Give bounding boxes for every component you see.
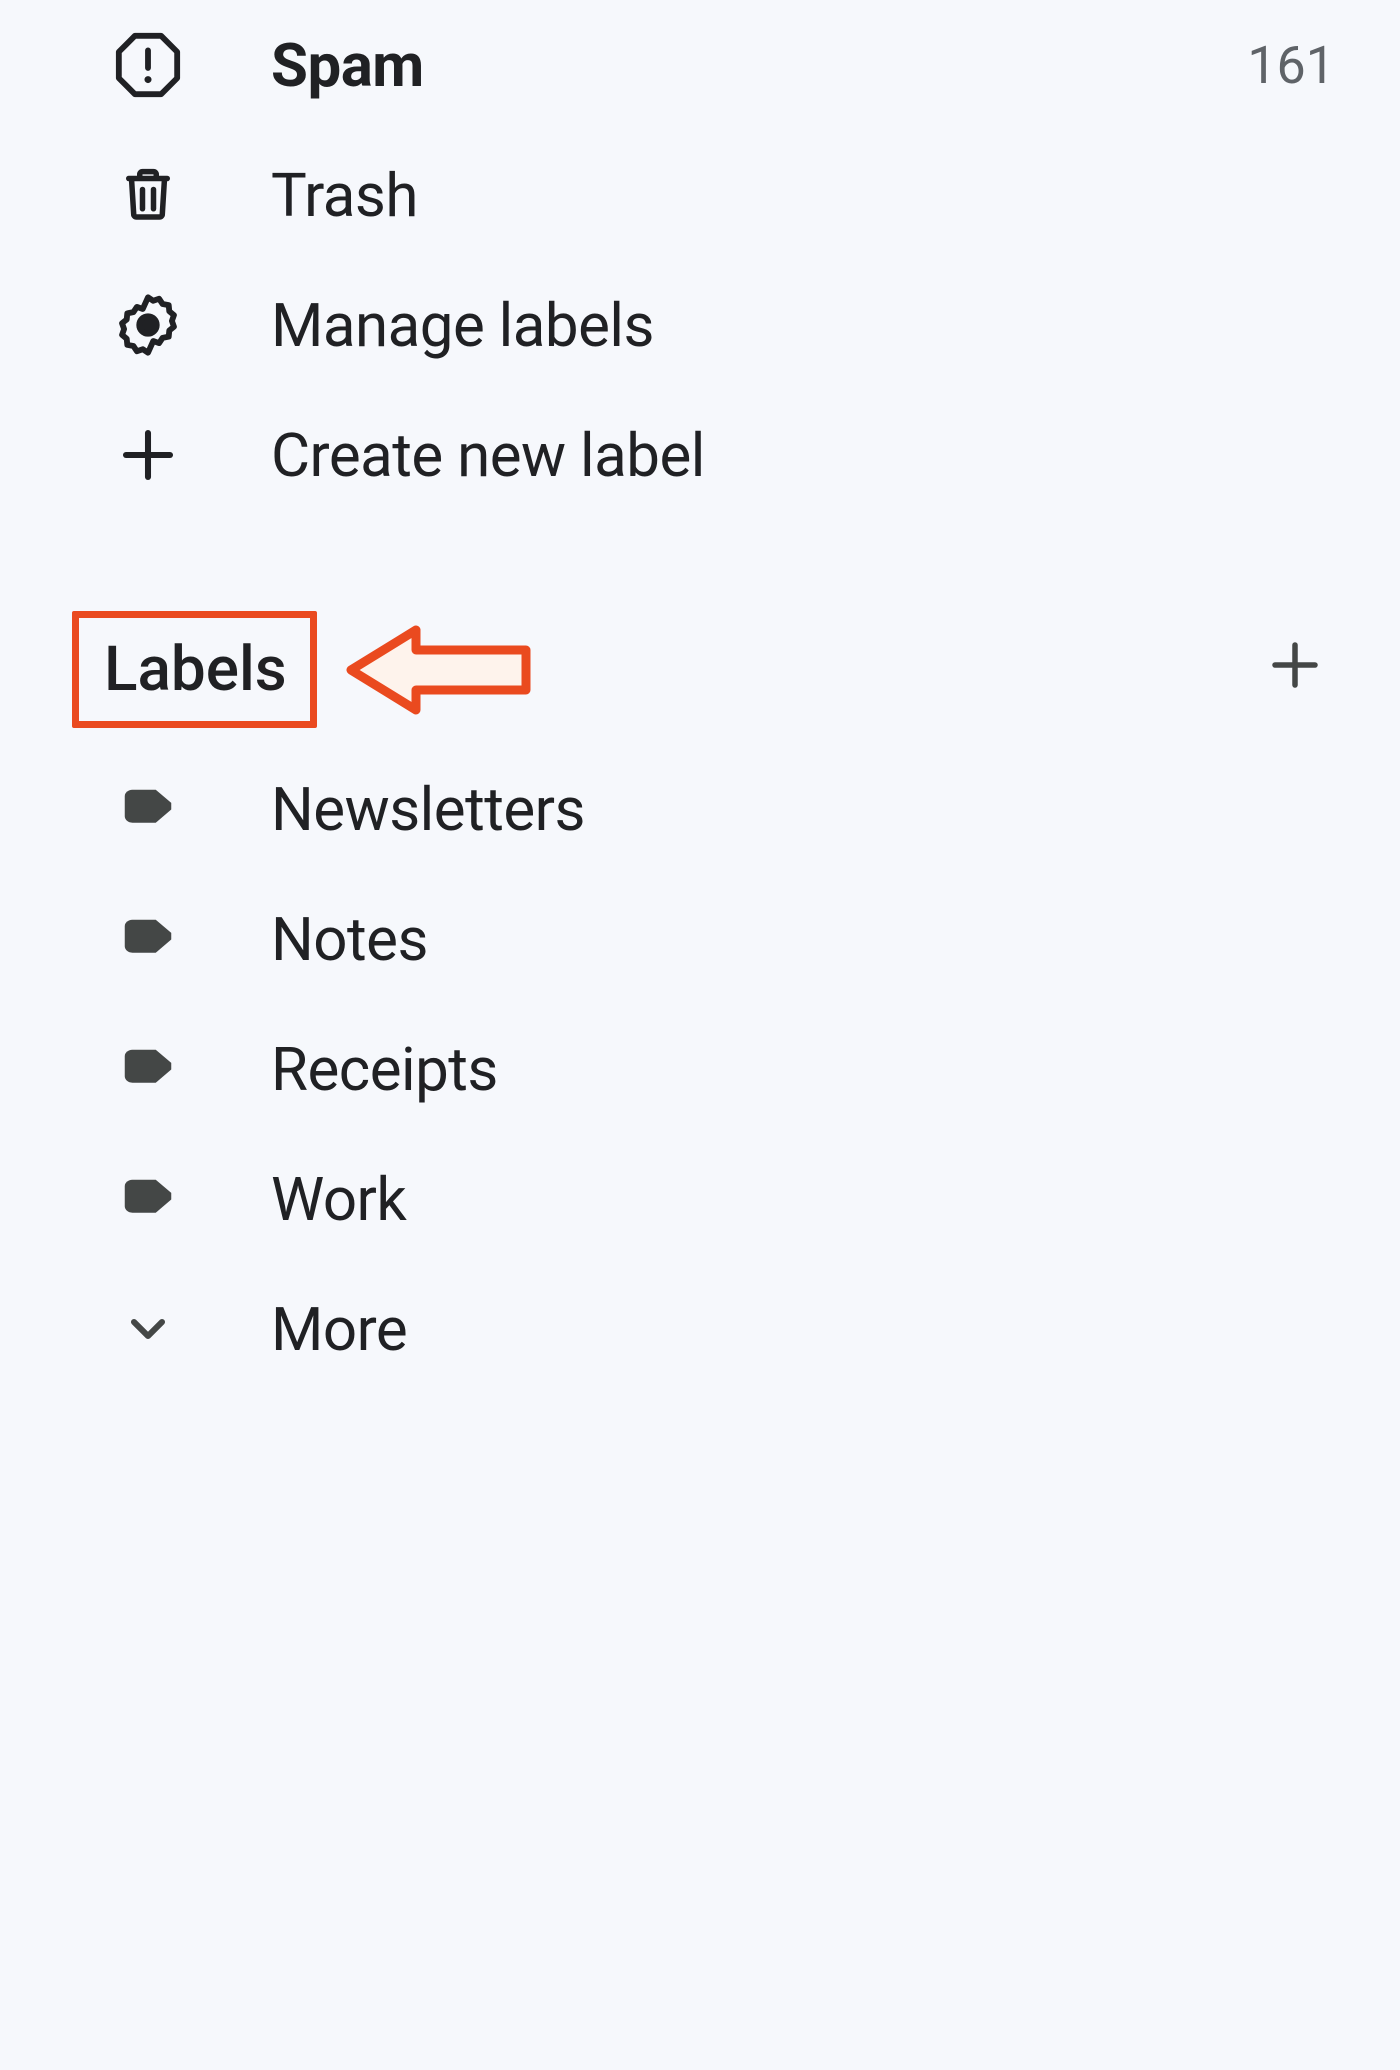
label-tag-icon <box>110 901 186 977</box>
label-item-work[interactable]: Work <box>20 1134 1380 1264</box>
sidebar-item-spam[interactable]: Spam 161 <box>20 0 1380 130</box>
sidebar-item-count: 161 <box>1247 35 1335 96</box>
gear-icon <box>110 287 186 363</box>
labels-section-title: Labels <box>80 615 311 724</box>
label-item-newsletters[interactable]: Newsletters <box>20 744 1380 874</box>
label-tag-icon <box>110 1161 186 1237</box>
labels-more-button[interactable]: More <box>20 1264 1380 1394</box>
add-label-button[interactable] <box>1265 635 1335 705</box>
sidebar-item-label: Create new label <box>271 420 705 491</box>
sidebar-item-create-label[interactable]: Create new label <box>20 390 1380 520</box>
sidebar-item-trash[interactable]: Trash <box>20 130 1380 260</box>
sidebar-item-label: Manage labels <box>271 290 654 361</box>
labels-more-text: More <box>271 1294 407 1365</box>
sidebar-item-manage-labels[interactable]: Manage labels <box>20 260 1380 390</box>
chevron-down-icon <box>110 1291 186 1367</box>
label-item-text: Receipts <box>271 1034 498 1105</box>
label-tag-icon <box>110 771 186 847</box>
label-item-notes[interactable]: Notes <box>20 874 1380 1004</box>
spam-icon <box>110 27 186 103</box>
label-item-text: Work <box>271 1164 406 1235</box>
plus-icon <box>110 417 186 493</box>
labels-section-header: Labels <box>20 615 1380 724</box>
sidebar-item-label: Trash <box>271 160 418 231</box>
label-item-receipts[interactable]: Receipts <box>20 1004 1380 1134</box>
trash-icon <box>110 157 186 233</box>
label-item-text: Notes <box>271 904 428 975</box>
label-item-text: Newsletters <box>271 774 585 845</box>
label-tag-icon <box>110 1031 186 1107</box>
sidebar-item-label: Spam <box>271 30 424 101</box>
sidebar: Spam 161 Trash Manage labels <box>0 0 1400 1394</box>
annotation-arrow-icon <box>341 620 541 720</box>
